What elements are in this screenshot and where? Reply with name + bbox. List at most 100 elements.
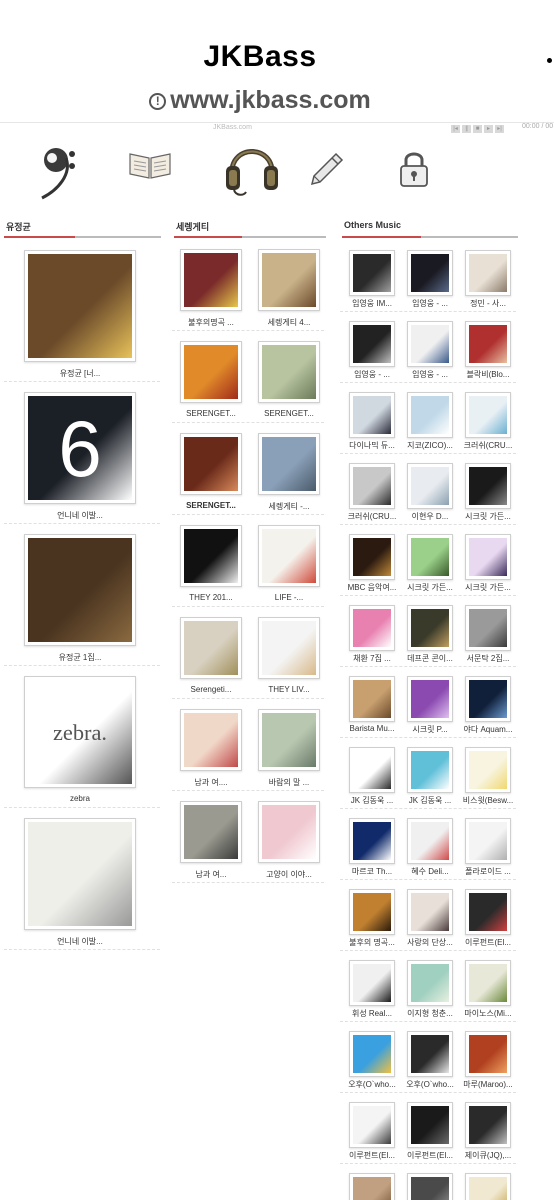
album-cover-frame[interactable] <box>349 250 395 296</box>
pencil-icon[interactable] <box>310 152 344 186</box>
album-title[interactable]: 이현우 D... <box>402 511 458 522</box>
album-item[interactable]: 시크릿 P... <box>402 676 458 738</box>
album-cover-frame[interactable] <box>349 1173 395 1200</box>
album-item[interactable]: 시크릿 가든... <box>402 534 458 596</box>
album-cover-frame[interactable] <box>407 1102 453 1148</box>
album-item[interactable]: 시크릿 가든... <box>460 463 516 525</box>
album-item[interactable]: 불후의명곡 ... <box>176 249 246 331</box>
album-title[interactable]: 마이노스(Mi... <box>460 1008 516 1019</box>
album-item[interactable] <box>460 1173 516 1200</box>
column-heading-2[interactable]: 세렝게티 <box>174 220 326 238</box>
album-cover-frame[interactable] <box>180 525 242 587</box>
album-item[interactable]: 남과 여.... <box>176 709 246 791</box>
album-cover-frame[interactable] <box>465 463 511 509</box>
album-item[interactable]: zebra. zebra <box>14 676 146 808</box>
album-item[interactable]: 폴라로이드 ... <box>460 818 516 880</box>
album-cover-frame[interactable] <box>349 1031 395 1077</box>
album-item[interactable]: 비스윗(Besw... <box>460 747 516 809</box>
album-title[interactable]: 임영웅 IM... <box>344 298 400 309</box>
album-title[interactable]: 남과 여.... <box>176 777 246 788</box>
album-item[interactable]: 마르코 Th... <box>344 818 400 880</box>
album-title[interactable]: 정민 - 사... <box>460 298 516 309</box>
lock-icon[interactable] <box>398 150 430 188</box>
album-title[interactable]: LIFE -... <box>254 593 324 602</box>
album-cover-frame[interactable] <box>349 889 395 935</box>
album-item[interactable]: 다이나믹 듀... <box>344 392 400 454</box>
album-title[interactable]: 블락비(Blo... <box>460 369 516 380</box>
album-cover-frame[interactable] <box>407 889 453 935</box>
album-cover-frame[interactable] <box>349 534 395 580</box>
album-title[interactable]: 제이큐(JQ),... <box>460 1150 516 1161</box>
album-cover-frame[interactable] <box>349 1102 395 1148</box>
album-title[interactable]: SERENGET... <box>176 409 246 418</box>
album-cover-frame[interactable] <box>349 960 395 1006</box>
album-cover-frame[interactable] <box>349 818 395 864</box>
album-title[interactable]: SERENGET... <box>254 409 324 418</box>
headphones-icon[interactable] <box>222 134 282 198</box>
album-item[interactable]: 임영웅 IM... <box>344 250 400 312</box>
album-title[interactable]: 언니네 이발... <box>14 510 146 521</box>
album-title[interactable]: 유정균 1집... <box>14 652 146 663</box>
album-item[interactable]: 임영웅 - ... <box>402 321 458 383</box>
album-cover-frame[interactable] <box>465 889 511 935</box>
stop-icon[interactable]: ■ <box>473 125 482 133</box>
album-title[interactable]: 서문탁 2집... <box>460 653 516 664</box>
album-cover-frame[interactable] <box>258 709 320 771</box>
album-title[interactable]: 야다 Aquam... <box>460 724 516 735</box>
album-title[interactable]: 시크릿 가든... <box>460 582 516 593</box>
album-cover-frame[interactable] <box>407 1031 453 1077</box>
album-item[interactable]: THEY LIV... <box>254 617 324 699</box>
bass-clef-icon[interactable] <box>38 146 78 202</box>
album-title[interactable]: 마루(Maroo)... <box>460 1079 516 1090</box>
album-item[interactable] <box>344 1173 400 1200</box>
album-item[interactable]: 유정균 [너... <box>14 250 146 382</box>
album-cover-frame[interactable] <box>180 617 242 679</box>
album-title[interactable]: 다이나믹 듀... <box>344 440 400 451</box>
album-title[interactable]: 세렝게티 4... <box>254 317 324 328</box>
album-title[interactable]: zebra <box>14 794 146 803</box>
album-item[interactable]: 이루펀트(El... <box>402 1102 458 1164</box>
album-cover-frame[interactable] <box>407 818 453 864</box>
album-item[interactable]: 채환 7집 ... <box>344 605 400 667</box>
album-title[interactable]: THEY 201... <box>176 593 246 602</box>
album-cover-frame[interactable] <box>349 676 395 722</box>
album-item[interactable]: 불후의 명곡... <box>344 889 400 951</box>
album-cover-frame[interactable] <box>465 747 511 793</box>
album-title[interactable]: 데프콘 콘이... <box>402 653 458 664</box>
album-cover-frame[interactable] <box>349 463 395 509</box>
album-title[interactable]: 혜수 Deli... <box>402 866 458 877</box>
album-cover-frame[interactable] <box>407 747 453 793</box>
album-cover-frame[interactable] <box>349 321 395 367</box>
album-title[interactable]: JK 김동욱 ... <box>344 795 400 806</box>
album-cover-frame[interactable] <box>180 433 242 495</box>
album-cover-frame[interactable] <box>465 960 511 1006</box>
album-cover-frame[interactable] <box>349 747 395 793</box>
album-item[interactable]: 임영웅 - ... <box>402 250 458 312</box>
prev-icon[interactable]: |◂ <box>451 125 460 133</box>
album-item[interactable]: MBC 음악여... <box>344 534 400 596</box>
album-cover-frame[interactable] <box>180 801 242 863</box>
album-cover-frame[interactable] <box>180 341 242 403</box>
album-item[interactable]: 시크릿 가든... <box>460 534 516 596</box>
column-heading-3[interactable]: Others Music <box>342 220 518 238</box>
album-item[interactable]: 세렝게티 4... <box>254 249 324 331</box>
album-item[interactable]: 오후(O`who... <box>344 1031 400 1093</box>
album-item[interactable]: 남과 여... <box>176 801 246 883</box>
album-title[interactable]: 지코(ZICO)... <box>402 440 458 451</box>
album-cover-frame[interactable] <box>407 676 453 722</box>
album-item[interactable]: Serengeti... <box>176 617 246 699</box>
album-cover-frame[interactable] <box>465 1031 511 1077</box>
album-title[interactable]: Barista Mu... <box>344 724 400 733</box>
album-item[interactable]: 이루펀트(El... <box>460 889 516 951</box>
album-cover-frame[interactable] <box>407 1173 453 1200</box>
album-title[interactable]: 휘성 Real... <box>344 1008 400 1019</box>
album-item[interactable]: Barista Mu... <box>344 676 400 738</box>
album-item[interactable]: THEY 201... <box>176 525 246 607</box>
album-cover-frame[interactable] <box>258 433 320 495</box>
album-title[interactable]: 유정균 [너... <box>14 368 146 379</box>
album-title[interactable]: MBC 음악여... <box>344 582 400 593</box>
album-title[interactable]: 임영웅 - ... <box>344 369 400 380</box>
album-title[interactable]: 임영웅 - ... <box>402 369 458 380</box>
album-item[interactable]: 마루(Maroo)... <box>460 1031 516 1093</box>
album-title[interactable]: 불후의명곡 ... <box>176 317 246 328</box>
